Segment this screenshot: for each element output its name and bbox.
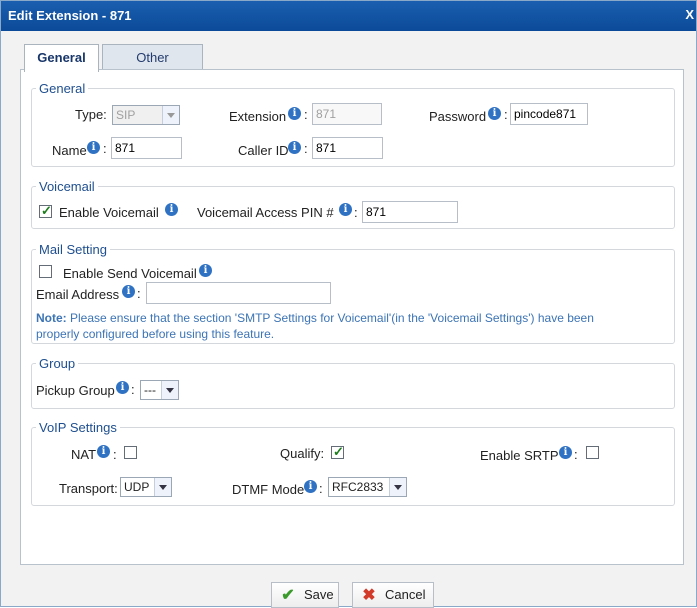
dtmf-mode-select[interactable]: RFC2833 — [328, 477, 407, 497]
name-colon: : — [103, 141, 107, 156]
extension-label: Extension — [229, 109, 287, 124]
smtp-note: Note: Please ensure that the section 'SM… — [36, 310, 606, 342]
callerid-label: Caller ID — [238, 143, 289, 158]
name-label: Name — [52, 143, 87, 158]
info-icon[interactable]: i — [116, 381, 129, 394]
pickup-group-select[interactable]: --- — [140, 380, 179, 400]
save-button[interactable]: ✔ Save — [271, 582, 339, 608]
cancel-button[interactable]: ✖ Cancel — [352, 582, 434, 608]
info-icon[interactable]: i — [559, 446, 572, 459]
chevron-down-icon — [389, 478, 406, 496]
email-address-colon: : — [137, 286, 141, 301]
voicemail-pin-input[interactable] — [362, 201, 458, 223]
info-icon[interactable]: i — [339, 203, 352, 216]
info-icon[interactable]: i — [87, 141, 100, 154]
info-icon[interactable]: i — [97, 445, 110, 458]
note-prefix: Note: — [36, 311, 67, 325]
name-input[interactable] — [111, 137, 182, 159]
checkmark-icon: ✔ — [281, 587, 295, 604]
voicemail-pin-colon: : — [354, 205, 358, 220]
info-icon[interactable]: i — [304, 480, 317, 493]
password-label: Password — [429, 109, 487, 124]
voip-settings-legend: VoIP Settings — [39, 420, 117, 435]
dtmf-mode-value: RFC2833 — [332, 480, 384, 494]
password-input[interactable] — [510, 103, 588, 125]
chevron-down-icon — [154, 478, 171, 496]
cancel-button-label: Cancel — [385, 587, 426, 602]
transport-value: UDP — [124, 480, 150, 494]
tab-general[interactable]: General — [24, 44, 99, 72]
info-icon[interactable]: i — [288, 141, 301, 154]
type-select[interactable]: SIP — [112, 105, 180, 125]
x-icon: ✖ — [362, 587, 376, 604]
callerid-colon: : — [304, 141, 308, 156]
nat-colon: : — [113, 447, 117, 462]
info-icon[interactable]: i — [488, 107, 501, 120]
info-icon[interactable]: i — [288, 107, 301, 120]
voicemail-section: Voicemail — [31, 179, 675, 229]
info-icon[interactable]: i — [122, 285, 135, 298]
enable-send-voicemail-label: Enable Send Voicemail — [63, 266, 197, 281]
dialog-title: Edit Extension - 871 — [8, 8, 132, 23]
pickup-group-value: --- — [144, 383, 156, 397]
close-button[interactable]: X — [685, 7, 694, 22]
enable-srtp-checkbox[interactable] — [586, 446, 599, 459]
srtp-colon: : — [574, 447, 578, 462]
transport-label: Transport: — [59, 481, 118, 496]
type-select-value: SIP — [116, 108, 136, 122]
type-label: Type: — [75, 107, 107, 122]
nat-label: NAT — [71, 447, 97, 462]
nat-checkbox[interactable] — [124, 446, 137, 459]
edit-extension-dialog: Edit Extension - 871 X General Other Set… — [0, 0, 697, 608]
enable-voicemail-label: Enable Voicemail — [59, 205, 159, 220]
qualify-label: Qualify: — [280, 446, 325, 461]
callerid-input[interactable] — [312, 137, 383, 159]
enable-send-voicemail-checkbox[interactable] — [39, 265, 52, 278]
password-colon: : — [504, 107, 508, 122]
dtmf-mode-colon: : — [319, 481, 323, 496]
extension-colon: : — [304, 107, 308, 122]
email-address-label: Email Address — [36, 287, 120, 302]
enable-voicemail-checkbox[interactable] — [39, 203, 52, 219]
info-icon[interactable]: i — [199, 264, 212, 277]
dialog-titlebar: Edit Extension - 871 X — [1, 1, 696, 31]
pickup-group-label: Pickup Group — [36, 383, 115, 398]
tab-other-settings[interactable]: Other Settings — [102, 44, 203, 90]
voicemail-pin-label: Voicemail Access PIN # — [197, 205, 334, 220]
qualify-checkbox[interactable] — [331, 444, 344, 460]
dtmf-mode-label: DTMF Mode — [232, 482, 305, 497]
extension-input[interactable] — [312, 103, 382, 125]
note-text: Please ensure that the section 'SMTP Set… — [36, 311, 594, 341]
pickup-group-colon: : — [131, 382, 135, 397]
chevron-down-icon — [162, 106, 179, 124]
transport-select[interactable]: UDP — [120, 477, 172, 497]
email-address-input[interactable] — [146, 282, 331, 304]
enable-srtp-label: Enable SRTP — [480, 448, 559, 463]
general-legend: General — [39, 81, 86, 96]
group-legend: Group — [39, 356, 76, 371]
chevron-down-icon — [161, 381, 178, 399]
save-button-label: Save — [304, 587, 334, 602]
info-icon[interactable]: i — [165, 203, 178, 216]
mail-setting-legend: Mail Setting — [39, 242, 107, 257]
voicemail-legend: Voicemail — [39, 179, 95, 194]
